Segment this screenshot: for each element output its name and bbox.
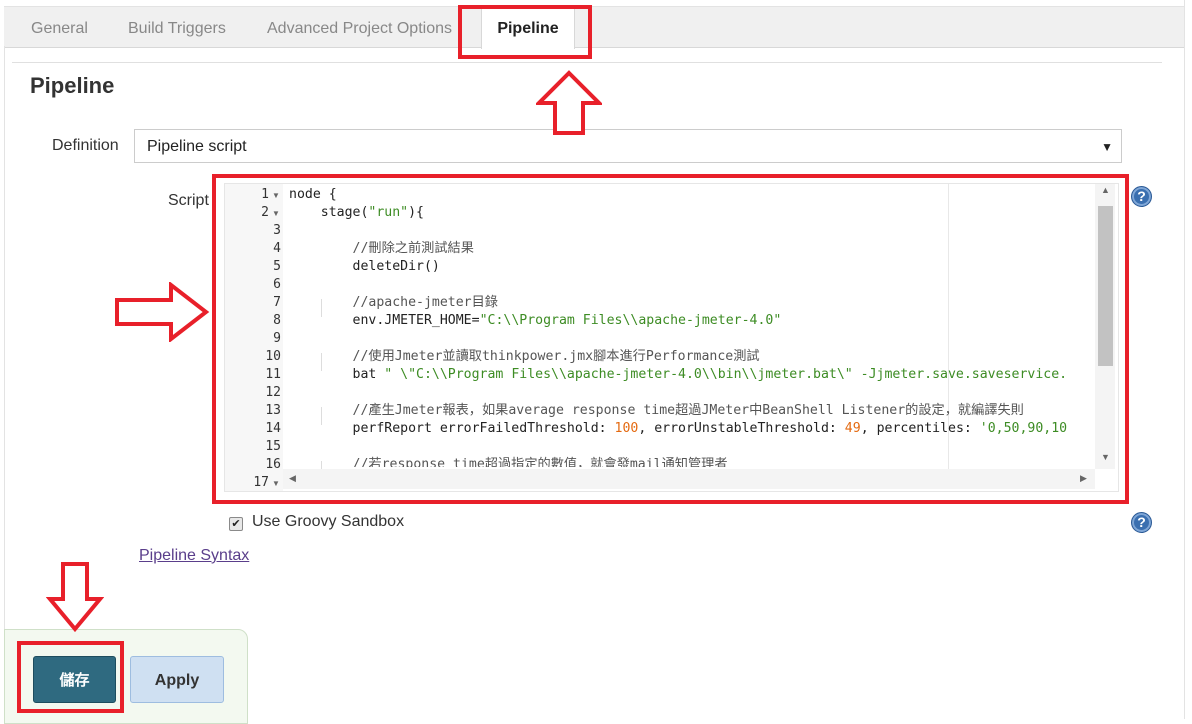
annotation-box-save: [17, 641, 124, 713]
help-icon[interactable]: ?: [1131, 186, 1152, 207]
tab-bar: General Build Triggers Advanced Project …: [4, 6, 1184, 49]
definition-selected-value: Pipeline script: [147, 138, 247, 155]
help-icon[interactable]: ?: [1131, 512, 1152, 533]
page-border-left: [4, 46, 5, 636]
definition-label: Definition: [52, 137, 119, 154]
definition-select[interactable]: Pipeline script ▼: [134, 129, 1122, 163]
section-divider: [12, 62, 1162, 63]
tab-general[interactable]: General: [31, 7, 88, 47]
annotation-arrow-up-icon: [536, 70, 602, 135]
annotation-box-script: [212, 174, 1129, 504]
script-label: Script: [168, 192, 209, 209]
page-border: [1184, 0, 1185, 719]
use-groovy-sandbox-label: Use Groovy Sandbox: [252, 513, 405, 530]
pipeline-syntax-link[interactable]: Pipeline Syntax: [139, 547, 249, 565]
annotation-arrow-right-icon: [115, 282, 210, 342]
use-groovy-sandbox-checkbox[interactable]: ✔: [229, 517, 243, 531]
annotation-arrow-down-icon: [46, 562, 104, 633]
apply-button[interactable]: Apply: [130, 656, 224, 703]
chevron-down-icon: ▼: [1101, 140, 1113, 154]
tab-build-triggers[interactable]: Build Triggers: [128, 7, 226, 47]
section-title: Pipeline: [30, 73, 115, 98]
tab-advanced-project-options[interactable]: Advanced Project Options: [267, 7, 452, 47]
annotation-box-pipeline-tab: [458, 5, 592, 59]
